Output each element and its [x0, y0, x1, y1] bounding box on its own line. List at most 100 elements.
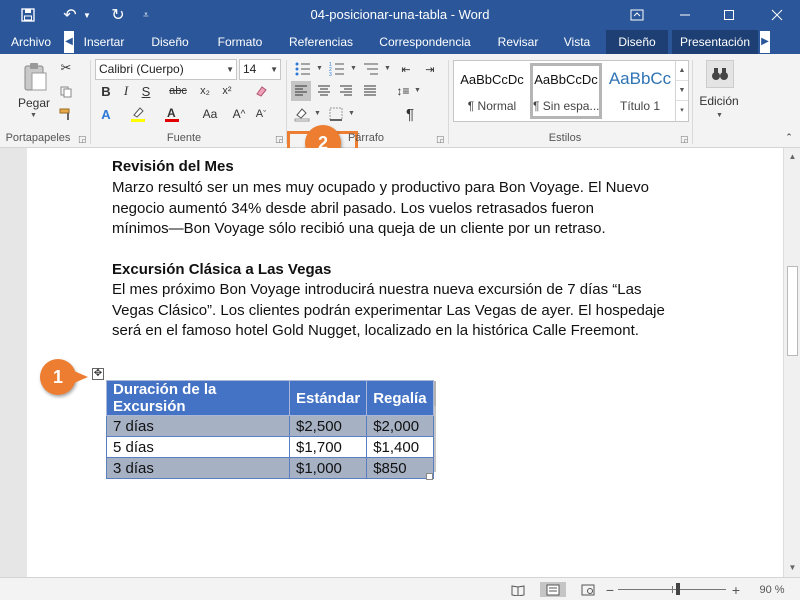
table-cell[interactable]: $850	[366, 457, 434, 479]
editing-button-label[interactable]: Edición	[694, 94, 744, 108]
tab-formato[interactable]: Formato	[208, 30, 272, 54]
align-left-button[interactable]	[291, 81, 311, 101]
more-styles-icon[interactable]: ▾	[676, 101, 688, 121]
style-no-spacing[interactable]: AaBbCcDc ¶ Sin espa...	[530, 63, 602, 119]
table-cell[interactable]: 7 días	[106, 415, 290, 437]
font-size-combo[interactable]: 14 ▼	[239, 59, 281, 80]
tab-correspondencia[interactable]: Correspondencia	[372, 30, 478, 54]
superscript-button[interactable]: x²	[218, 82, 236, 100]
tab-revisar[interactable]: Revisar	[490, 30, 546, 54]
table-cell[interactable]: $2,500	[288, 415, 368, 437]
chevron-down-icon[interactable]: ▼	[676, 81, 688, 101]
vertical-scrollbar[interactable]: ▲ ▼	[783, 148, 800, 577]
scroll-down-icon[interactable]: ▼	[784, 561, 800, 575]
table-move-handle[interactable]: ✥	[92, 368, 104, 380]
tab-diseno[interactable]: Diseño	[144, 30, 196, 54]
tabs-scroll-left-icon[interactable]: ◀	[64, 31, 74, 53]
copy-icon[interactable]	[58, 84, 74, 100]
bold-button[interactable]: B	[98, 82, 114, 100]
chevron-up-icon[interactable]: ▲	[676, 61, 688, 81]
tab-archivo[interactable]: Archivo	[4, 30, 58, 54]
table-cell[interactable]: 3 días	[106, 457, 290, 479]
chevron-down-icon[interactable]: ▼	[314, 110, 321, 117]
zoom-level[interactable]: 90 %	[752, 582, 792, 597]
dialog-launcher-icon[interactable]: ◲	[78, 134, 87, 145]
dialog-launcher-icon[interactable]: ◲	[436, 134, 445, 145]
paste-button-label[interactable]: Pegar	[14, 96, 54, 110]
borders-icon[interactable]	[326, 104, 346, 124]
table-cell[interactable]: $2,000	[366, 415, 434, 437]
scrollbar-thumb[interactable]	[787, 266, 798, 356]
chevron-down-icon[interactable]: ▼	[270, 60, 278, 79]
dialog-launcher-icon[interactable]: ◲	[275, 134, 284, 145]
dialog-launcher-icon[interactable]: ◲	[680, 134, 689, 145]
tabs-scroll-right-icon[interactable]: ▶	[760, 31, 770, 53]
strikethrough-button[interactable]: abc	[168, 82, 188, 100]
show-formatting-icon[interactable]: ¶	[400, 104, 420, 124]
tab-table-design[interactable]: Diseño	[606, 30, 668, 54]
style-normal[interactable]: AaBbCcDc ¶ Normal	[456, 63, 528, 119]
font-color-icon[interactable]: A	[162, 104, 182, 124]
ribbon-display-options-icon[interactable]	[617, 0, 657, 30]
table-cell[interactable]: 5 días	[106, 436, 290, 458]
multilevel-list-icon[interactable]	[360, 60, 382, 78]
print-layout-icon[interactable]	[540, 582, 566, 597]
increase-indent-icon[interactable]: ⇥	[420, 60, 440, 78]
minimize-button[interactable]	[665, 0, 705, 30]
tab-referencias[interactable]: Referencias	[284, 30, 358, 54]
style-heading-1[interactable]: AaBbCc Título 1	[604, 63, 676, 119]
bullets-icon[interactable]	[292, 60, 314, 78]
subscript-button[interactable]: x₂	[196, 82, 214, 100]
cut-icon[interactable]: ✂	[58, 60, 74, 76]
tab-table-layout[interactable]: Presentación	[672, 30, 758, 54]
text-effects-icon[interactable]: A	[96, 104, 116, 124]
scroll-up-icon[interactable]: ▲	[784, 150, 800, 164]
tab-vista[interactable]: Vista	[556, 30, 598, 54]
chevron-down-icon[interactable]: ▼	[414, 87, 421, 94]
tab-insertar[interactable]: Insertar	[78, 30, 130, 54]
table-cell[interactable]: $1,000	[288, 457, 368, 479]
table-header-cell[interactable]: Estándar	[288, 380, 368, 416]
italic-button[interactable]: I	[118, 82, 134, 100]
paste-icon[interactable]	[20, 60, 50, 94]
table-header-cell[interactable]: Regalía	[366, 380, 434, 416]
read-mode-icon[interactable]	[508, 582, 528, 597]
align-center-button[interactable]	[314, 81, 334, 101]
chevron-down-icon[interactable]: ▼	[30, 112, 37, 119]
font-size-value: 14	[243, 62, 257, 76]
chevron-down-icon[interactable]: ▼	[716, 112, 723, 119]
decrease-indent-icon[interactable]: ⇤	[396, 60, 416, 78]
underline-button[interactable]: S	[138, 82, 154, 100]
shrink-font-icon[interactable]: Aˇ	[252, 104, 270, 124]
line-spacing-icon[interactable]: ↕≡	[392, 81, 414, 101]
shading-icon[interactable]	[292, 104, 312, 124]
close-button[interactable]	[757, 0, 797, 30]
table-header-cell[interactable]: Duración de la Excursión	[106, 380, 290, 416]
align-right-button[interactable]	[336, 81, 356, 101]
font-name-combo[interactable]: Calibri (Cuerpo) ▼	[95, 59, 237, 80]
justify-button[interactable]	[360, 81, 380, 101]
excursion-table[interactable]: Duración de la Excursión Estándar Regalí…	[106, 380, 434, 479]
grow-font-icon[interactable]: A ^	[230, 104, 248, 124]
zoom-slider-thumb[interactable]	[676, 583, 680, 595]
collapse-ribbon-icon[interactable]: ⌃	[782, 130, 796, 144]
table-cell[interactable]: $1,400	[366, 436, 434, 458]
web-layout-icon[interactable]	[578, 582, 598, 597]
maximize-button[interactable]	[709, 0, 749, 30]
change-case-icon[interactable]: Aa	[198, 104, 222, 124]
table-resize-handle[interactable]	[426, 473, 433, 480]
binoculars-icon[interactable]	[706, 60, 734, 88]
chevron-down-icon[interactable]: ▼	[226, 60, 234, 79]
highlight-color-icon[interactable]	[128, 104, 148, 124]
chevron-down-icon[interactable]: ▼	[348, 110, 355, 117]
chevron-down-icon[interactable]: ▼	[350, 65, 357, 72]
numbering-icon[interactable]: 123	[326, 60, 348, 78]
zoom-out-button[interactable]: −	[604, 582, 616, 598]
chevron-down-icon[interactable]: ▼	[384, 65, 391, 72]
format-painter-icon[interactable]	[58, 106, 74, 122]
chevron-down-icon[interactable]: ▼	[316, 65, 323, 72]
zoom-in-button[interactable]: +	[730, 582, 742, 598]
style-sample: AaBbCc	[608, 69, 672, 88]
clear-formatting-icon[interactable]	[252, 82, 270, 100]
table-cell[interactable]: $1,700	[288, 436, 368, 458]
